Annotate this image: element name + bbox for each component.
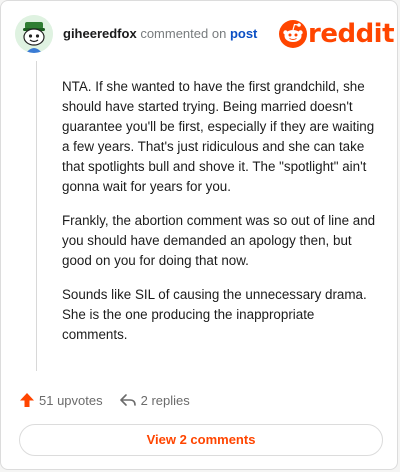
reddit-logo[interactable]: reddit xyxy=(279,17,395,51)
reddit-wordmark: reddit xyxy=(308,19,395,49)
comment-body: NTA. If she wanted to have the first gra… xyxy=(62,77,382,359)
comment-header: giheeredfox commented on post xyxy=(63,26,257,42)
upvote-count: 51 upvotes xyxy=(39,392,103,408)
avatar-snoo-icon xyxy=(15,15,53,53)
reply-count: 2 replies xyxy=(140,392,190,408)
comment-footer: 51 upvotes 2 replies xyxy=(19,390,206,410)
reply-button[interactable]: 2 replies xyxy=(119,392,190,408)
view-comments-button[interactable]: View 2 comments xyxy=(19,424,383,456)
post-link[interactable]: post xyxy=(230,26,257,41)
username[interactable]: giheeredfox xyxy=(63,26,137,41)
reddit-snoo-icon xyxy=(279,20,307,48)
user-avatar[interactable] xyxy=(15,15,53,53)
comment-paragraph: Sounds like SIL of causing the unnecessa… xyxy=(62,287,367,342)
upvote-button[interactable]: 51 upvotes xyxy=(19,392,103,408)
upvote-arrow-icon xyxy=(20,393,34,407)
reply-arrow-icon xyxy=(119,394,136,406)
header-action-text: commented on xyxy=(140,26,227,41)
comment-paragraph: Frankly, the abortion comment was so out… xyxy=(62,213,376,268)
comment-paragraph: NTA. If she wanted to have the first gra… xyxy=(62,79,375,194)
thread-line xyxy=(36,61,37,371)
comment-card: giheeredfox commented on post reddit NTA… xyxy=(0,0,398,470)
